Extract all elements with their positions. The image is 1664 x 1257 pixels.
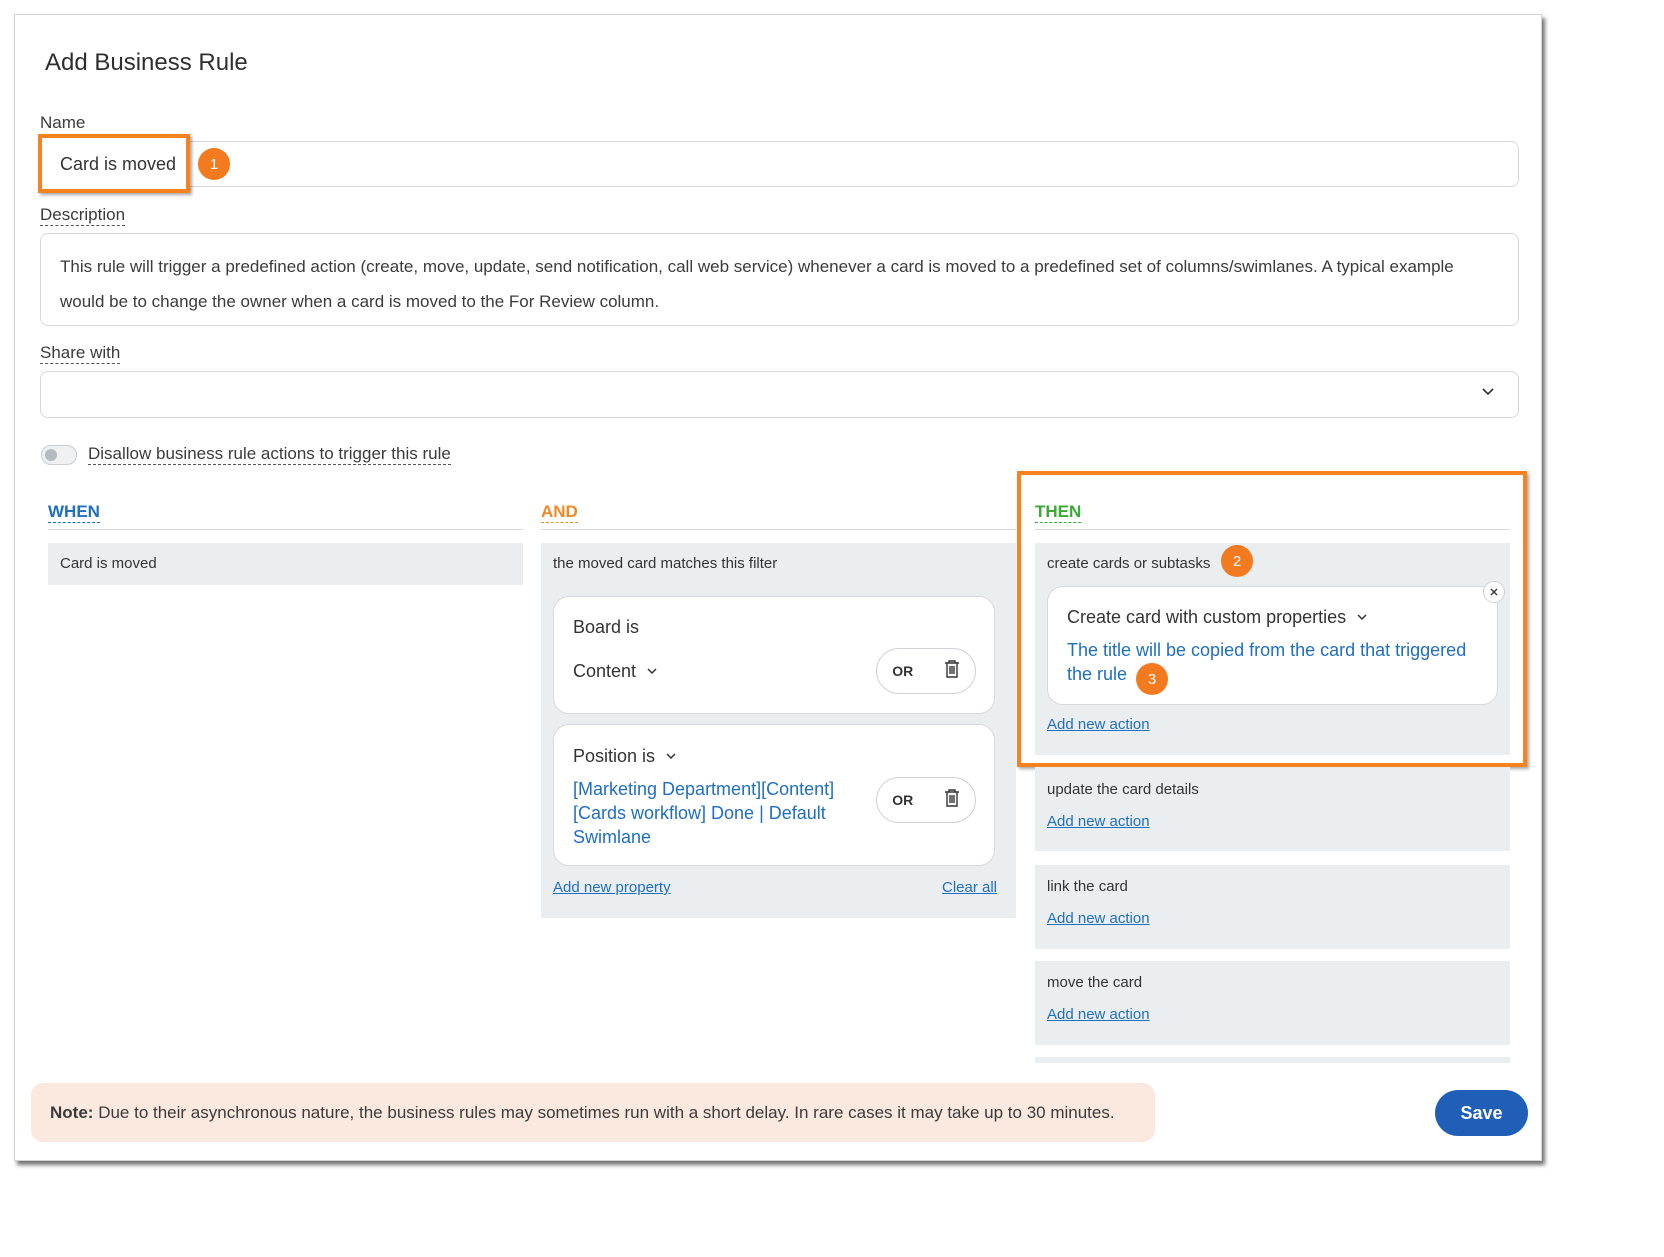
- or-button[interactable]: OR: [892, 792, 913, 808]
- add-new-action-link[interactable]: Add new action: [1047, 1006, 1150, 1023]
- condition-card-board: Board is Content OR: [553, 596, 995, 714]
- name-input-highlight: Card is moved: [38, 134, 190, 193]
- name-input-value[interactable]: Card is moved: [60, 154, 176, 175]
- async-note: Note: Due to their asynchronous nature, …: [31, 1083, 1155, 1142]
- when-heading-text: WHEN: [48, 502, 100, 523]
- condition-card-position: Position is [Marketing Department][Conte…: [553, 724, 995, 866]
- then-group-title: update the card details: [1047, 781, 1199, 798]
- board-value: Content: [573, 661, 637, 681]
- disallow-toggle-label-text: Disallow business rule actions to trigge…: [88, 444, 451, 465]
- share-with-label: Share with: [40, 343, 121, 364]
- save-button[interactable]: Save: [1435, 1090, 1528, 1136]
- add-new-action-link[interactable]: Add new action: [1047, 813, 1150, 830]
- then-group-update-card: update the card details Add new action: [1035, 767, 1510, 851]
- or-pill: OR: [876, 777, 976, 823]
- position-value[interactable]: [Marketing Department][Content][Cards wo…: [573, 777, 848, 849]
- description-label: Description: [40, 205, 126, 226]
- name-input[interactable]: [40, 141, 1519, 187]
- when-divider: [48, 529, 523, 530]
- step-badge-3: 3: [1136, 663, 1168, 695]
- step-badge-1: 1: [198, 148, 230, 180]
- then-group-title: link the card: [1047, 878, 1128, 895]
- and-panel: the moved card matches this filter Board…: [541, 543, 1016, 918]
- note-text: Due to their asynchronous nature, the bu…: [98, 1102, 1115, 1122]
- board-value-dropdown[interactable]: Content: [573, 661, 658, 682]
- description-textarea[interactable]: This rule will trigger a predefined acti…: [40, 233, 1519, 326]
- trash-icon[interactable]: [944, 788, 960, 812]
- when-panel: Card is moved: [48, 543, 523, 585]
- or-pill: OR: [876, 648, 976, 694]
- share-with-select[interactable]: [40, 371, 1519, 418]
- disallow-toggle-label: Disallow business rule actions to trigge…: [88, 444, 451, 465]
- chevron-down-icon: [665, 746, 677, 767]
- disallow-toggle[interactable]: [41, 445, 77, 465]
- then-group-link-card: link the card Add new action: [1035, 865, 1510, 949]
- trash-icon[interactable]: [944, 659, 960, 683]
- and-heading: AND: [541, 502, 578, 523]
- and-divider: [541, 529, 1016, 530]
- when-trigger: Card is moved: [60, 555, 157, 572]
- condition-label: Position is: [573, 746, 656, 766]
- or-button[interactable]: OR: [892, 663, 913, 679]
- position-dropdown[interactable]: Position is: [573, 746, 677, 767]
- name-label: Name: [40, 113, 86, 132]
- description-text: This rule will trigger a predefined acti…: [60, 257, 1454, 311]
- toggle-knob: [45, 449, 57, 461]
- then-group-move-card: move the card Add new action: [1035, 961, 1510, 1045]
- add-new-action-link[interactable]: Add new action: [1047, 910, 1150, 927]
- note-prefix: Note:: [50, 1102, 94, 1122]
- then-highlight: [1017, 471, 1527, 767]
- when-heading: WHEN: [48, 502, 100, 523]
- condition-label: Board is: [573, 617, 640, 637]
- and-heading-text: AND: [541, 502, 578, 523]
- share-with-label-text: Share with: [40, 343, 121, 364]
- and-panel-title: the moved card matches this filter: [553, 555, 778, 572]
- then-group-more: [1035, 1057, 1510, 1063]
- description-label-text: Description: [40, 205, 126, 226]
- chevron-down-icon: [1481, 385, 1495, 404]
- step-badge-2: 2: [1221, 545, 1253, 577]
- clear-all-link[interactable]: Clear all: [942, 879, 997, 896]
- add-business-rule-dialog: Add Business Rule Name Card is moved 1 D…: [14, 14, 1542, 1161]
- then-group-title: move the card: [1047, 974, 1143, 991]
- add-new-property-link[interactable]: Add new property: [553, 879, 671, 896]
- dialog-title: Add Business Rule: [45, 49, 248, 76]
- chevron-down-icon: [646, 661, 658, 682]
